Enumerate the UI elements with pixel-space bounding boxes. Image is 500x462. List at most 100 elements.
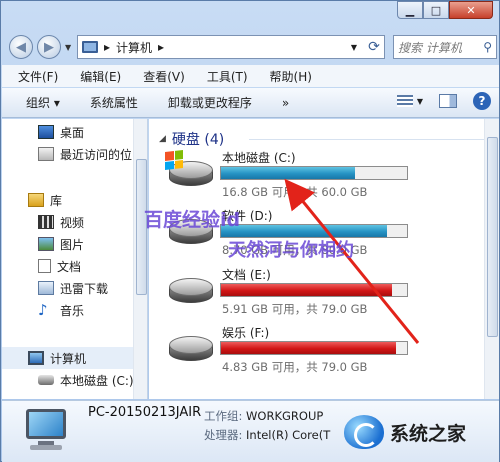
- explorer-window: ▁ □ ✕ ◀ ▶ ▼ ▸ 计算机 ▸ ▼ ⟳ 搜索 计算机 ⚲ 文件(F) 编…: [0, 0, 500, 462]
- nav-item-pictures[interactable]: 图片: [38, 235, 84, 253]
- address-bar[interactable]: ▸ 计算机 ▸: [77, 35, 385, 59]
- content-scrollbar[interactable]: [484, 119, 499, 399]
- menu-tools[interactable]: 工具(T): [207, 68, 248, 85]
- recent-places-icon: [38, 147, 54, 161]
- collapse-triangle-icon: ◢: [159, 134, 166, 144]
- nav-item-label: 迅雷下载: [60, 281, 109, 296]
- drive-usage-bar: [220, 166, 408, 180]
- menu-help[interactable]: 帮助(H): [270, 68, 312, 85]
- drive-space-info: 16.8 GB 可用，共 60.0 GB: [222, 185, 368, 199]
- chevron-down-icon: ▼: [416, 96, 423, 106]
- nav-item-label: 图片: [60, 237, 85, 252]
- processor-label: 处理器:: [204, 428, 243, 442]
- drive-space-info: 5.91 GB 可用，共 79.0 GB: [222, 302, 368, 316]
- group-title: 硬盘 (4): [171, 132, 225, 148]
- breadcrumb[interactable]: 计算机: [116, 39, 152, 56]
- drive-usage-bar: [220, 283, 408, 297]
- computer-icon: [28, 351, 44, 365]
- refresh-button[interactable]: ⟳: [363, 35, 385, 59]
- processor-row: 处理器: Intel(R) Core(T: [204, 427, 330, 443]
- breadcrumb-separator[interactable]: ▸: [104, 40, 110, 54]
- workgroup-row: 工作组: WORKGROUP: [204, 408, 323, 424]
- forward-button[interactable]: ▶: [37, 35, 61, 59]
- menu-bar: 文件(F) 编辑(E) 查看(V) 工具(T) 帮助(H): [2, 65, 499, 87]
- change-view-button[interactable]: ▼: [396, 95, 423, 107]
- site-logo: 系统之家: [344, 412, 466, 452]
- nav-item-recent-places[interactable]: 最近访问的位: [38, 145, 132, 163]
- help-button[interactable]: ?: [473, 92, 491, 110]
- libraries-icon: [28, 193, 44, 207]
- nav-item-local-disk-c[interactable]: 本地磁盘 (C:): [38, 371, 134, 389]
- computer-icon: [24, 407, 72, 453]
- drive-name: 文档 (E:): [222, 268, 271, 282]
- forward-arrow-icon: ▶: [44, 39, 54, 55]
- nav-item-xunlei-download[interactable]: 迅雷下载: [38, 279, 108, 297]
- view-options-icon: [396, 95, 413, 107]
- download-folder-icon: [38, 281, 54, 295]
- drive-item[interactable]: 本地磁盘 (C:) 16.8 GB 可用，共 60.0 GB: [165, 149, 487, 207]
- hard-disks-group-header[interactable]: ◢ 硬盘 (4): [159, 129, 224, 149]
- drive-item[interactable]: 娱乐 (F:) 4.83 GB 可用，共 79.0 GB: [167, 324, 487, 382]
- nav-item-music[interactable]: ♪ 音乐: [38, 301, 84, 319]
- organize-button[interactable]: 组织 ▾: [26, 94, 60, 111]
- drive-usage-fill: [221, 342, 396, 354]
- nav-item-label: 最近访问的位: [60, 147, 133, 162]
- minimize-button[interactable]: ▁: [397, 1, 423, 19]
- menu-file[interactable]: 文件(F): [18, 68, 58, 85]
- nav-item-label: 库: [50, 193, 63, 208]
- menu-edit[interactable]: 编辑(E): [80, 68, 121, 85]
- desktop-icon: [38, 125, 54, 139]
- nav-item-label: 文档: [57, 259, 82, 274]
- hard-disk-icon: [165, 150, 215, 191]
- address-dropdown-button[interactable]: ▼: [345, 35, 363, 59]
- processor-value: Intel(R) Core(T: [246, 428, 331, 442]
- drive-space-info: 4.83 GB 可用，共 79.0 GB: [222, 360, 368, 374]
- nav-item-desktop[interactable]: 桌面: [38, 123, 84, 141]
- more-commands-button[interactable]: »: [282, 96, 289, 110]
- nav-item-label: 音乐: [60, 303, 85, 318]
- logo-mark-icon: [344, 415, 384, 449]
- nav-item-label: 计算机: [50, 351, 87, 366]
- system-properties-button[interactable]: 系统属性: [90, 94, 138, 111]
- nav-item-label: 视频: [60, 215, 85, 230]
- nav-item-videos[interactable]: 视频: [38, 213, 84, 231]
- hard-disk-icon: [167, 278, 215, 308]
- menu-view[interactable]: 查看(V): [143, 68, 185, 85]
- search-input[interactable]: 搜索 计算机 ⚲: [393, 35, 497, 59]
- watermark-baidu: 百度经验id: [144, 209, 241, 231]
- drive-name: 娱乐 (F:): [222, 326, 270, 340]
- drive-usage-fill: [221, 167, 355, 179]
- breadcrumb-separator-2[interactable]: ▸: [158, 40, 164, 54]
- drive-usage-fill: [221, 284, 393, 296]
- content-scrollbar-thumb[interactable]: [487, 137, 498, 337]
- nav-scrollbar[interactable]: [133, 119, 147, 399]
- close-button[interactable]: ✕: [449, 1, 493, 19]
- computer-name: PC-20150213JAIR: [88, 405, 202, 420]
- preview-pane-button[interactable]: [439, 94, 457, 108]
- drive-usage-bar: [220, 341, 408, 355]
- back-button[interactable]: ◀: [9, 35, 33, 59]
- drive-item[interactable]: 文档 (E:) 5.91 GB 可用，共 79.0 GB: [167, 266, 487, 324]
- nav-item-computer[interactable]: 计算机: [28, 349, 86, 367]
- music-icon: ♪: [38, 301, 48, 319]
- drive-name: 本地磁盘 (C:): [222, 151, 296, 165]
- back-arrow-icon: ◀: [16, 39, 26, 55]
- hard-disk-icon: [167, 336, 215, 366]
- video-icon: [38, 215, 54, 229]
- address-row: ◀ ▶ ▼ ▸ 计算机 ▸ ▼ ⟳ 搜索 计算机 ⚲: [1, 31, 500, 63]
- windows-logo-icon: [165, 150, 183, 170]
- navigation-pane: 桌面 最近访问的位 库 视频 图片 文档 迅雷下载 ♪ 音乐 计算机 本地磁盘 …: [2, 119, 148, 399]
- workgroup-label: 工作组:: [204, 409, 243, 423]
- recent-pages-dropdown[interactable]: ▼: [65, 43, 71, 52]
- nav-item-libraries[interactable]: 库: [28, 191, 62, 209]
- toolbar-right: ▼ ?: [396, 92, 491, 110]
- maximize-button[interactable]: □: [423, 1, 449, 19]
- nav-item-label: 本地磁盘 (C:): [60, 373, 134, 388]
- nav-item-documents[interactable]: 文档: [38, 257, 81, 275]
- group-divider: [249, 139, 485, 140]
- workgroup-value: WORKGROUP: [246, 409, 324, 423]
- local-disk-icon: [38, 375, 54, 385]
- nav-item-label: 桌面: [60, 125, 85, 140]
- watermark-text: 天然河与你相约: [228, 240, 354, 261]
- uninstall-program-button[interactable]: 卸载或更改程序: [168, 94, 252, 111]
